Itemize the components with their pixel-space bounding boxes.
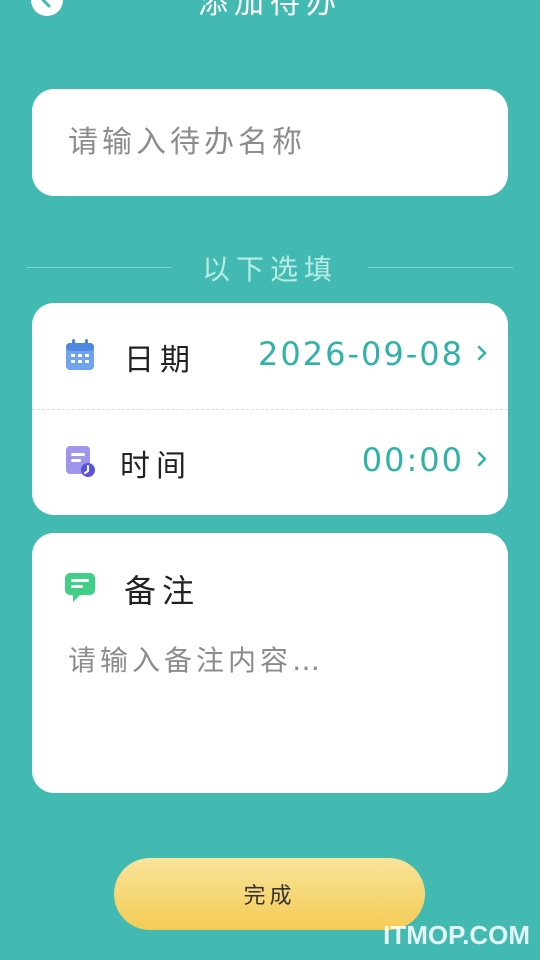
add-todo-screen: 添加待办 以下选填 日期 2026-09-08	[0, 0, 540, 960]
date-row[interactable]: 日期 2026-09-08	[32, 303, 508, 410]
watermark: ITMOP.COM	[383, 920, 530, 950]
page-title: 添加待办	[198, 0, 342, 21]
chat-bubble-icon	[65, 573, 95, 602]
header: 添加待办	[0, 0, 540, 21]
time-row[interactable]: 时间 00:00	[32, 409, 508, 515]
divider-right	[368, 267, 513, 268]
date-label: 日期	[124, 343, 196, 378]
date-value: 2026-09-08	[258, 335, 464, 373]
divider-left	[27, 267, 172, 268]
note-label: 备注	[124, 572, 201, 610]
done-button[interactable]: 完成	[114, 858, 425, 930]
chevron-right-icon	[477, 345, 487, 361]
note-input[interactable]	[66, 637, 480, 771]
calendar-icon	[66, 339, 94, 370]
time-value: 00:00	[361, 441, 464, 479]
chevron-right-icon	[477, 451, 487, 467]
task-name-input[interactable]	[66, 117, 480, 167]
note-card: 备注	[32, 533, 508, 793]
options-card: 日期 2026-09-08 时间 00:00	[32, 303, 508, 515]
optional-section-label: 以下选填	[201, 253, 338, 286]
task-name-card	[32, 89, 508, 196]
clock-document-icon	[66, 446, 95, 477]
time-label: 时间	[120, 449, 192, 484]
